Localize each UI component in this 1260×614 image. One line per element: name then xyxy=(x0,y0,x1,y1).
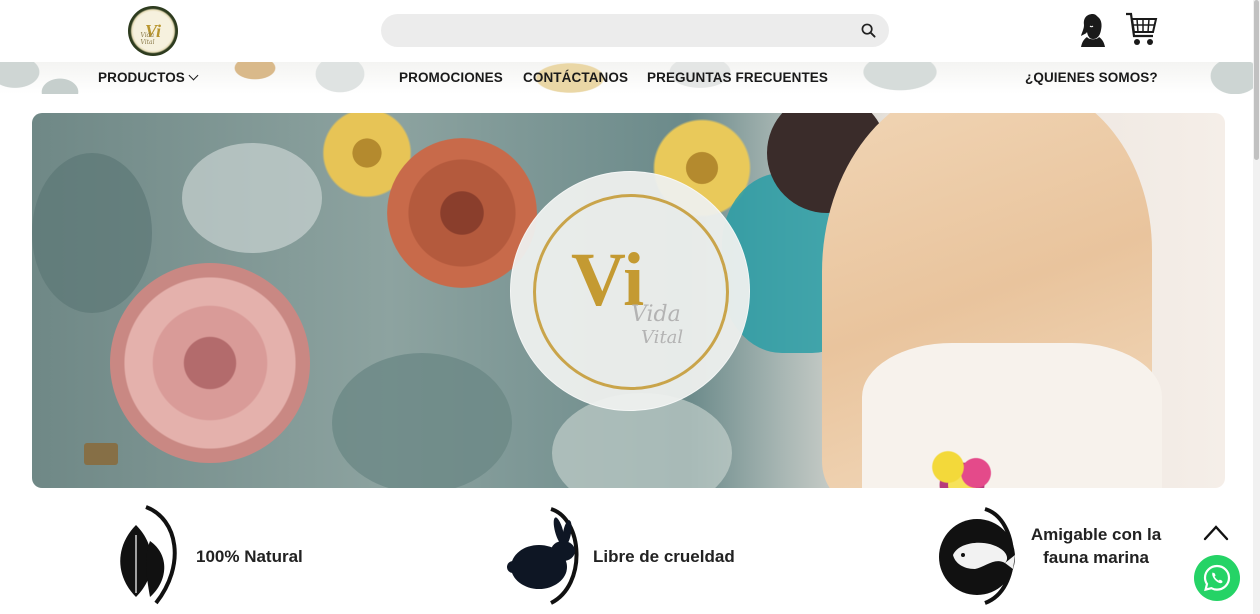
badge-vital-text: Vital xyxy=(641,327,684,348)
hero-leaf xyxy=(182,143,322,253)
slider-indicator[interactable] xyxy=(84,443,118,465)
whatsapp-icon xyxy=(1203,564,1231,592)
hero-leaf xyxy=(32,153,152,313)
nav-about[interactable]: ¿QUIENES SOMOS? xyxy=(1025,70,1158,85)
logo-subtitle: Vida Vital xyxy=(140,32,155,46)
page-scrollbar-thumb[interactable] xyxy=(1254,0,1259,160)
feature-label: Libre de crueldad xyxy=(593,547,735,566)
feature-natural: 100% Natural xyxy=(106,505,366,605)
whale-icon xyxy=(939,507,1015,605)
scroll-to-top-icon[interactable] xyxy=(1203,522,1229,542)
hero-leaf xyxy=(332,353,512,488)
hero-logo-badge: Vi Vida Vital xyxy=(510,171,750,411)
badge-vida-text: Vida xyxy=(631,302,681,327)
nav-products-label: PRODUCTOS xyxy=(98,70,185,85)
nav-contact[interactable]: CONTÁCTANOS xyxy=(523,70,628,85)
feature-cruelty-free: Libre de crueldad xyxy=(505,505,805,605)
rabbit-icon xyxy=(507,507,579,605)
search-icon[interactable] xyxy=(861,23,876,38)
feature-marine-friendly: Amigable con la fauna marina xyxy=(935,505,1195,605)
hero-woman-dress xyxy=(862,343,1162,488)
nav-faq[interactable]: PREGUNTAS FRECUENTES xyxy=(647,70,828,85)
hero-banner[interactable]: Vi Vida Vital xyxy=(32,113,1225,488)
site-header: Vi Vida Vital xyxy=(0,0,1260,62)
whatsapp-button[interactable] xyxy=(1194,555,1240,601)
leaf-icon xyxy=(120,505,177,605)
chevron-down-icon xyxy=(188,70,199,81)
cart-icon[interactable] xyxy=(1124,10,1158,48)
search-bar xyxy=(381,14,889,47)
search-input[interactable] xyxy=(381,14,889,47)
feature-label: 100% Natural xyxy=(196,547,303,566)
site-logo[interactable]: Vi Vida Vital xyxy=(128,6,178,56)
feature-label: Amigable con la fauna marina xyxy=(1030,525,1162,567)
main-nav: PRODUCTOS PROMOCIONES CONTÁCTANOS PREGUN… xyxy=(0,62,1260,94)
account-icon[interactable] xyxy=(1078,12,1108,48)
nav-products[interactable]: PRODUCTOS xyxy=(98,70,199,85)
nav-promotions[interactable]: PROMOCIONES xyxy=(399,70,503,85)
hero-flower-pink xyxy=(110,263,310,463)
